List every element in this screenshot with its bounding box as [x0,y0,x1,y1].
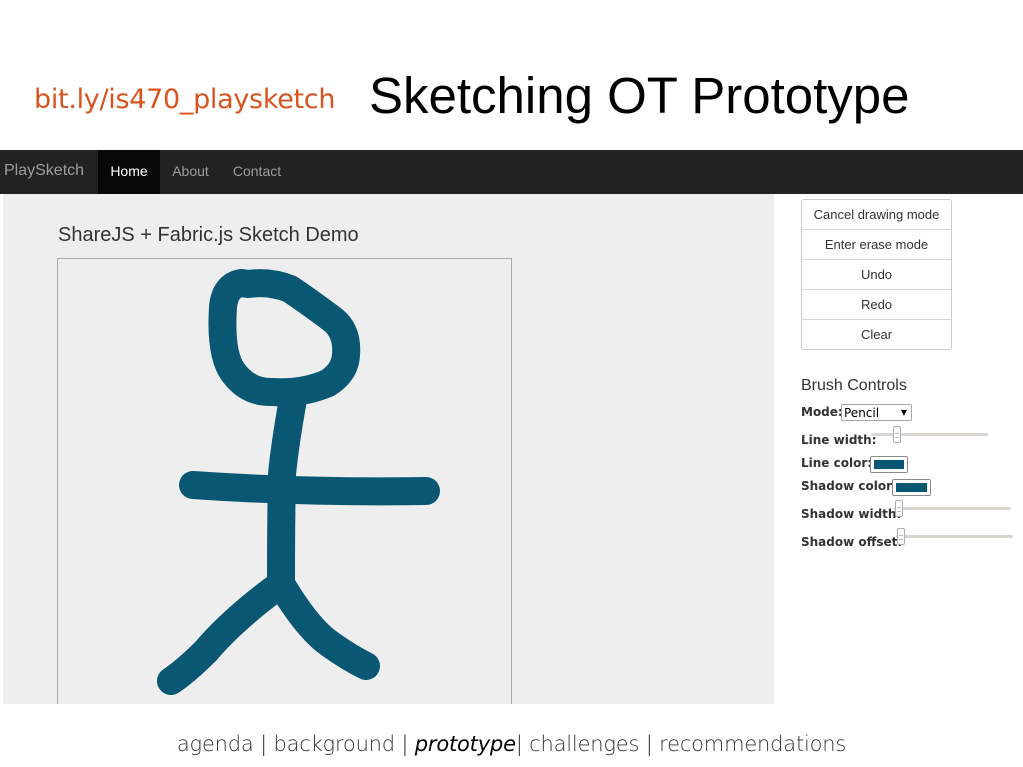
line-color-swatch [874,460,904,469]
shadow-color-picker[interactable] [892,479,931,496]
chevron-down-icon: ▼ [900,408,907,417]
mode-select-value: Pencil [844,406,880,420]
footer-separator: | [645,732,653,756]
nav-item-about[interactable]: About [160,150,221,194]
line-color-label: Line color: [801,456,873,470]
redo-button[interactable]: Redo [802,290,951,320]
clear-button[interactable]: Clear [802,320,951,349]
footer-item-recommendations[interactable]: recommendations [659,732,846,756]
mode-label: Mode: [801,405,843,419]
shadow-width-slider[interactable] [894,507,1011,510]
sketch-right-leg-stroke [267,570,380,680]
brush-controls-title: Brush Controls [801,377,907,394]
footer-separator: | [260,732,267,756]
mode-select[interactable]: Pencil ▼ [841,404,912,421]
navbar: PlaySketch Home About Contact [0,150,1023,194]
shadow-width-slider-thumb[interactable] [895,500,903,517]
footer-navigation: agenda | background | prototype| challen… [0,732,1023,756]
nav-item-contact[interactable]: Contact [221,150,293,194]
shadow-color-label: Shadow color: [801,479,897,493]
enter-erase-mode-button[interactable]: Enter erase mode [802,230,951,260]
demo-title: ShareJS + Fabric.js Sketch Demo [58,224,359,246]
sketch-arms-stroke [179,471,440,506]
action-button-group: Cancel drawing mode Enter erase mode Und… [801,199,952,350]
footer-separator: | [401,732,409,756]
slide-title: Sketching OT Prototype [369,67,910,124]
line-color-picker[interactable] [870,456,908,473]
line-width-label: Line width: [801,433,877,447]
sketch-left-leg-stroke [157,570,295,695]
shadow-offset-slider-thumb[interactable] [897,528,905,545]
stick-figure-drawing [157,269,440,695]
shadow-offset-slider[interactable] [896,535,1013,538]
line-width-slider[interactable] [871,433,988,436]
slide-link[interactable]: bit.ly/is470_playsketch [34,84,335,115]
undo-button[interactable]: Undo [802,260,951,290]
shadow-width-label: Shadow width: [801,507,902,521]
sketch-head-stroke [208,269,361,407]
sketch-canvas[interactable] [57,258,512,704]
nav-item-home[interactable]: Home [98,150,160,194]
line-width-slider-thumb[interactable] [893,426,901,443]
footer-item-background[interactable]: background [273,732,395,756]
navbar-brand[interactable]: PlaySketch [4,150,84,194]
shadow-offset-label: Shadow offset: [801,535,903,549]
cancel-drawing-mode-button[interactable]: Cancel drawing mode [802,200,951,230]
footer-separator: | [515,732,523,756]
footer-item-challenges[interactable]: challenges [529,732,639,756]
shadow-color-swatch [896,483,927,492]
footer-item-agenda[interactable]: agenda [177,732,254,756]
footer-item-prototype[interactable]: prototype [415,732,516,756]
